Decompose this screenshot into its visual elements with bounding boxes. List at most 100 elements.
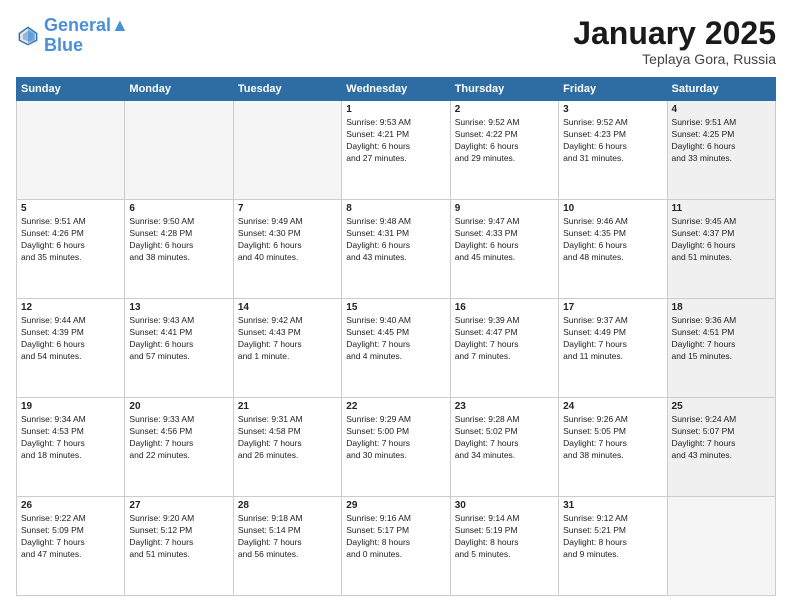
cell-content: Sunrise: 9:12 AMSunset: 5:21 PMDaylight:… xyxy=(563,513,662,561)
cell-content: Sunrise: 9:44 AMSunset: 4:39 PMDaylight:… xyxy=(21,315,120,363)
day-number: 26 xyxy=(21,500,120,511)
cell-line: Daylight: 6 hours xyxy=(672,240,771,252)
day-number: 10 xyxy=(563,203,662,214)
cell-line: and 38 minutes. xyxy=(563,450,662,462)
cell-content: Sunrise: 9:42 AMSunset: 4:43 PMDaylight:… xyxy=(238,315,337,363)
cell-line: and 0 minutes. xyxy=(346,549,445,561)
calendar-cell: 23 Sunrise: 9:28 AMSunset: 5:02 PMDayligh… xyxy=(450,398,558,497)
cell-content: Sunrise: 9:20 AMSunset: 5:12 PMDaylight:… xyxy=(129,513,228,561)
cell-content: Sunrise: 9:28 AMSunset: 5:02 PMDaylight:… xyxy=(455,414,554,462)
calendar-cell: 16Sunrise: 9:39 AMSunset: 4:47 PMDayligh… xyxy=(450,299,558,398)
cell-line: Sunset: 4:26 PM xyxy=(21,228,120,240)
cell-line: and 15 minutes. xyxy=(672,351,771,363)
cell-line: Sunrise: 9:26 AM xyxy=(563,414,662,426)
calendar-cell: 25Sunrise: 9:24 AMSunset: 5:07 PMDayligh… xyxy=(667,398,775,497)
cell-line: Sunset: 5:21 PM xyxy=(563,525,662,537)
cell-line: Daylight: 7 hours xyxy=(672,339,771,351)
cell-line: Daylight: 6 hours xyxy=(346,141,445,153)
cell-line: Sunrise: 9:52 AM xyxy=(563,117,662,129)
cell-line: and 47 minutes. xyxy=(21,549,120,561)
calendar-week-row: 12 Sunrise: 9:44 AMSunset: 4:39 PMDayligh… xyxy=(17,299,776,398)
cell-content: Sunrise: 9:16 AMSunset: 5:17 PMDaylight:… xyxy=(346,513,445,561)
day-number: 23 xyxy=(455,401,554,412)
weekday-header: Friday xyxy=(559,78,667,101)
logo-text: General▲ Blue xyxy=(44,16,129,56)
day-number: 28 xyxy=(238,500,337,511)
cell-line: Sunrise: 9:16 AM xyxy=(346,513,445,525)
cell-line: and 1 minute. xyxy=(238,351,337,363)
day-number: 16 xyxy=(455,302,554,313)
cell-line: Daylight: 7 hours xyxy=(21,537,120,549)
day-number: 7 xyxy=(238,203,337,214)
weekday-header: Tuesday xyxy=(233,78,341,101)
calendar-cell: 13Sunrise: 9:43 AMSunset: 4:41 PMDayligh… xyxy=(125,299,233,398)
day-number: 12 xyxy=(21,302,120,313)
cell-line: Sunset: 4:49 PM xyxy=(563,327,662,339)
cell-line: Daylight: 7 hours xyxy=(346,339,445,351)
cell-line: Sunset: 5:12 PM xyxy=(129,525,228,537)
calendar-cell: 29Sunrise: 9:16 AMSunset: 5:17 PMDayligh… xyxy=(342,497,450,596)
cell-line: Sunset: 4:43 PM xyxy=(238,327,337,339)
day-number: 27 xyxy=(129,500,228,511)
cell-line: Sunset: 5:07 PM xyxy=(672,426,771,438)
cell-line: Sunrise: 9:29 AM xyxy=(346,414,445,426)
cell-line: Sunrise: 9:33 AM xyxy=(129,414,228,426)
day-number: 11 xyxy=(672,203,771,214)
cell-line: Sunrise: 9:37 AM xyxy=(563,315,662,327)
cell-line: Sunrise: 9:22 AM xyxy=(21,513,120,525)
cell-line: Sunset: 4:22 PM xyxy=(455,129,554,141)
cell-line: Sunset: 4:31 PM xyxy=(346,228,445,240)
cell-line: Sunrise: 9:40 AM xyxy=(346,315,445,327)
cell-content: Sunrise: 9:50 AMSunset: 4:28 PMDaylight:… xyxy=(129,216,228,264)
calendar-cell: 9Sunrise: 9:47 AMSunset: 4:33 PMDaylight… xyxy=(450,200,558,299)
cell-line: Sunrise: 9:20 AM xyxy=(129,513,228,525)
calendar-cell: 26 Sunrise: 9:22 AMSunset: 5:09 PMDayligh… xyxy=(17,497,125,596)
calendar-cell: 20Sunrise: 9:33 AMSunset: 4:56 PMDayligh… xyxy=(125,398,233,497)
cell-line: Sunrise: 9:48 AM xyxy=(346,216,445,228)
calendar-cell xyxy=(667,497,775,596)
cell-line: and 56 minutes. xyxy=(238,549,337,561)
cell-line: Daylight: 6 hours xyxy=(672,141,771,153)
cell-line: Sunset: 5:09 PM xyxy=(21,525,120,537)
cell-line: and 27 minutes. xyxy=(346,153,445,165)
calendar-cell: 17Sunrise: 9:37 AMSunset: 4:49 PMDayligh… xyxy=(559,299,667,398)
cell-content: Sunrise: 9:24 AMSunset: 5:07 PMDaylight:… xyxy=(672,414,771,462)
cell-line: Sunset: 4:39 PM xyxy=(21,327,120,339)
calendar-cell: 8Sunrise: 9:48 AMSunset: 4:31 PMDaylight… xyxy=(342,200,450,299)
calendar-cell: 1 Sunrise: 9:53 AMSunset: 4:21 PMDaylight… xyxy=(342,101,450,200)
calendar-cell: 18Sunrise: 9:36 AMSunset: 4:51 PMDayligh… xyxy=(667,299,775,398)
calendar-cell: 19 Sunrise: 9:34 AMSunset: 4:53 PMDayligh… xyxy=(17,398,125,497)
calendar-cell: 31Sunrise: 9:12 AMSunset: 5:21 PMDayligh… xyxy=(559,497,667,596)
cell-content: Sunrise: 9:34 AMSunset: 4:53 PMDaylight:… xyxy=(21,414,120,462)
cell-line: Daylight: 6 hours xyxy=(455,240,554,252)
cell-line: and 11 minutes. xyxy=(563,351,662,363)
calendar-cell: 5Sunrise: 9:51 AMSunset: 4:26 PMDaylight… xyxy=(17,200,125,299)
calendar-cell: 10Sunrise: 9:46 AMSunset: 4:35 PMDayligh… xyxy=(559,200,667,299)
weekday-header: Saturday xyxy=(667,78,775,101)
cell-line: and 33 minutes. xyxy=(672,153,771,165)
day-number: 1 xyxy=(346,104,445,115)
cell-line: Daylight: 7 hours xyxy=(455,339,554,351)
cell-line: Sunrise: 9:45 AM xyxy=(672,216,771,228)
cell-line: Sunset: 4:28 PM xyxy=(129,228,228,240)
cell-content: Sunrise: 9:53 AMSunset: 4:21 PMDaylight:… xyxy=(346,117,445,165)
cell-line: Daylight: 6 hours xyxy=(129,240,228,252)
cell-line: Daylight: 6 hours xyxy=(238,240,337,252)
day-number: 5 xyxy=(21,203,120,214)
cell-line: Sunrise: 9:51 AM xyxy=(672,117,771,129)
cell-line: Sunrise: 9:53 AM xyxy=(346,117,445,129)
day-number: 20 xyxy=(129,401,228,412)
cell-line: and 18 minutes. xyxy=(21,450,120,462)
page: General▲ Blue January 2025 Teplaya Gora,… xyxy=(0,0,792,612)
day-number: 13 xyxy=(129,302,228,313)
cell-line: and 9 minutes. xyxy=(563,549,662,561)
cell-content: Sunrise: 9:45 AMSunset: 4:37 PMDaylight:… xyxy=(672,216,771,264)
day-number: 17 xyxy=(563,302,662,313)
calendar-cell xyxy=(125,101,233,200)
day-number: 3 xyxy=(563,104,662,115)
day-number: 19 xyxy=(21,401,120,412)
cell-line: and 38 minutes. xyxy=(129,252,228,264)
cell-line: and 22 minutes. xyxy=(129,450,228,462)
cell-line: Sunset: 4:47 PM xyxy=(455,327,554,339)
calendar-week-row: 19 Sunrise: 9:34 AMSunset: 4:53 PMDayligh… xyxy=(17,398,776,497)
